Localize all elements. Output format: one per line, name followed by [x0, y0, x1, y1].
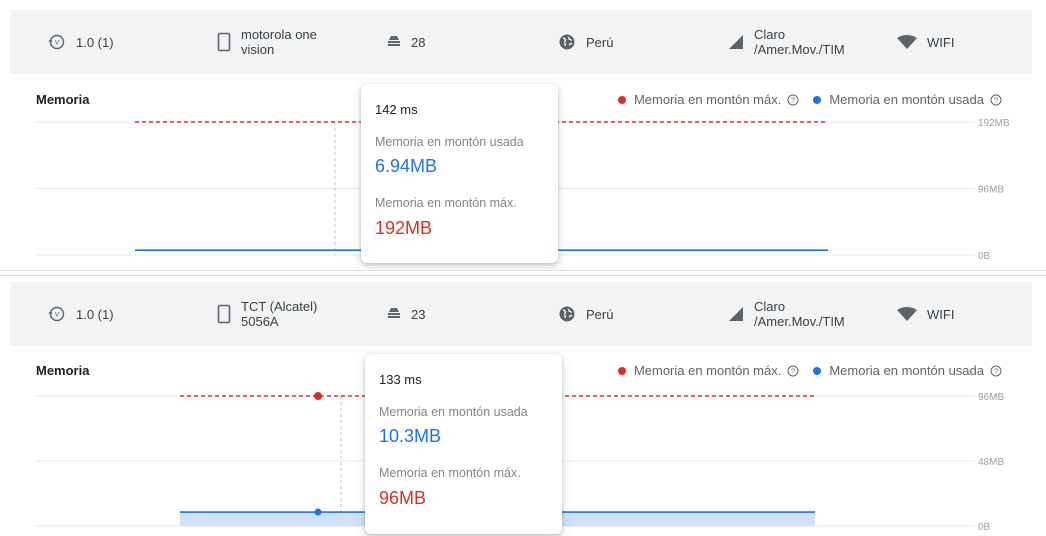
tooltip-time: 142 ms: [375, 102, 418, 117]
tooltip-max-value: 192MB: [375, 218, 433, 238]
tooltip-max-label: Memoria en montón máx.: [379, 466, 521, 480]
chart-tooltip: 142 ms Memoria en montón usada 6.94MB Me…: [361, 84, 558, 263]
max-memory-point: [314, 392, 322, 400]
tooltip-used-label: Memoria en montón usada: [379, 405, 528, 419]
axis-tick-label: 96MB: [978, 392, 1004, 403]
axis-tick-label: 0B: [978, 522, 991, 533]
chart-tooltip: 133 ms Memoria en montón usada 10.3MB Me…: [365, 354, 562, 534]
crash-session-panel-2: V 1.0 (1) TCT (Alcatel) 5056A 23 Perú Cl…: [0, 275, 1046, 536]
axis-tick-label: 96MB: [978, 185, 1004, 196]
axis-tick-label: 192MB: [978, 118, 1010, 129]
tooltip-max-label: Memoria en montón máx.: [375, 196, 517, 210]
tooltip-used-value: 10.3MB: [379, 426, 442, 446]
tooltip-used-label: Memoria en montón usada: [375, 135, 524, 149]
tooltip-max-value: 96MB: [379, 488, 427, 508]
used-memory-point: [314, 508, 322, 516]
crash-session-panel-1: V 1.0 (1) motorola one vision 28 Perú Cl…: [0, 0, 1046, 271]
tooltip-time: 133 ms: [379, 372, 422, 387]
axis-tick-label: 0B: [978, 251, 991, 262]
axis-tick-label: 48MB: [978, 457, 1004, 468]
tooltip-used-value: 6.94MB: [375, 156, 438, 176]
